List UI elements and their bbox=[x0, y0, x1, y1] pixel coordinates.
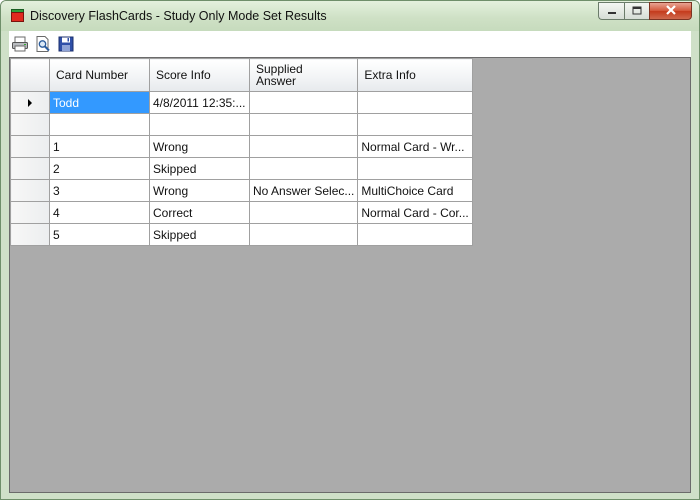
table-cell[interactable]: 5 bbox=[49, 223, 150, 246]
row-header[interactable] bbox=[10, 179, 50, 202]
table-cell[interactable] bbox=[49, 113, 150, 136]
column-header-supplied-line2: Answer bbox=[256, 74, 297, 88]
table-cell[interactable] bbox=[149, 113, 250, 136]
row-header[interactable] bbox=[10, 135, 50, 158]
table-cell[interactable] bbox=[357, 91, 473, 114]
table-cell[interactable] bbox=[248, 113, 359, 136]
save-icon[interactable] bbox=[57, 35, 75, 53]
current-row-arrow-icon bbox=[28, 99, 32, 108]
minimize-button[interactable] bbox=[598, 2, 624, 20]
table-cell[interactable] bbox=[248, 223, 359, 246]
table-row[interactable]: 3 Wrong No Answer Selec... MultiChoice C… bbox=[10, 179, 473, 202]
app-window: Discovery FlashCards - Study Only Mode S… bbox=[0, 0, 700, 500]
row-header[interactable] bbox=[10, 91, 50, 114]
title-bar[interactable]: Discovery FlashCards - Study Only Mode S… bbox=[1, 1, 699, 31]
row-header[interactable] bbox=[10, 157, 50, 180]
table-cell[interactable]: Normal Card - Wr... bbox=[357, 135, 473, 158]
table-cell[interactable]: Skipped bbox=[149, 223, 250, 246]
table-row[interactable] bbox=[10, 113, 473, 136]
results-grid-area: Card Number Score Info Supplied Answer E… bbox=[9, 57, 691, 493]
table-cell[interactable]: Todd bbox=[49, 91, 150, 114]
table-row[interactable]: Todd 4/8/2011 12:35:... bbox=[10, 91, 473, 114]
grid-corner-header[interactable] bbox=[10, 58, 50, 92]
table-cell[interactable] bbox=[357, 157, 473, 180]
table-cell[interactable] bbox=[248, 91, 359, 114]
table-cell[interactable]: Wrong bbox=[149, 135, 250, 158]
table-cell[interactable] bbox=[248, 135, 359, 158]
table-cell[interactable]: No Answer Selec... bbox=[248, 179, 359, 202]
table-cell[interactable]: Normal Card - Cor... bbox=[357, 201, 473, 224]
print-icon[interactable] bbox=[11, 35, 29, 53]
table-cell[interactable] bbox=[248, 201, 359, 224]
print-preview-icon[interactable] bbox=[34, 35, 52, 53]
table-row[interactable]: 5 Skipped bbox=[10, 223, 473, 246]
window-title: Discovery FlashCards - Study Only Mode S… bbox=[30, 9, 327, 23]
table-cell[interactable] bbox=[248, 157, 359, 180]
column-header-score-info[interactable]: Score Info bbox=[149, 58, 250, 92]
table-cell[interactable]: 2 bbox=[49, 157, 150, 180]
table-cell[interactable]: 1 bbox=[49, 135, 150, 158]
minimize-icon bbox=[607, 4, 617, 18]
results-grid: Card Number Score Info Supplied Answer E… bbox=[10, 58, 473, 246]
table-cell[interactable]: MultiChoice Card bbox=[357, 179, 473, 202]
table-cell[interactable]: Skipped bbox=[149, 157, 250, 180]
column-header-card-number[interactable]: Card Number bbox=[49, 58, 150, 92]
maximize-icon bbox=[632, 4, 642, 18]
table-cell[interactable]: Wrong bbox=[149, 179, 250, 202]
table-cell[interactable]: 3 bbox=[49, 179, 150, 202]
column-header-supplied-answer[interactable]: Supplied Answer bbox=[248, 58, 359, 92]
flashcards-app-icon bbox=[11, 9, 24, 22]
close-icon bbox=[665, 4, 677, 18]
table-cell[interactable]: 4/8/2011 12:35:... bbox=[149, 91, 250, 114]
table-cell[interactable] bbox=[357, 223, 473, 246]
table-cell[interactable] bbox=[357, 113, 473, 136]
maximize-button[interactable] bbox=[624, 2, 649, 20]
table-row[interactable]: 2 Skipped bbox=[10, 157, 473, 180]
table-cell[interactable]: Correct bbox=[149, 201, 250, 224]
table-row[interactable]: 4 Correct Normal Card - Cor... bbox=[10, 201, 473, 224]
row-header[interactable] bbox=[10, 223, 50, 246]
table-row[interactable]: 1 Wrong Normal Card - Wr... bbox=[10, 135, 473, 158]
row-header[interactable] bbox=[10, 201, 50, 224]
toolbar bbox=[9, 31, 691, 58]
row-header[interactable] bbox=[10, 113, 50, 136]
table-cell[interactable]: 4 bbox=[49, 201, 150, 224]
close-button[interactable] bbox=[649, 2, 692, 20]
caption-buttons bbox=[598, 2, 692, 20]
column-header-extra-info[interactable]: Extra Info bbox=[357, 58, 473, 92]
